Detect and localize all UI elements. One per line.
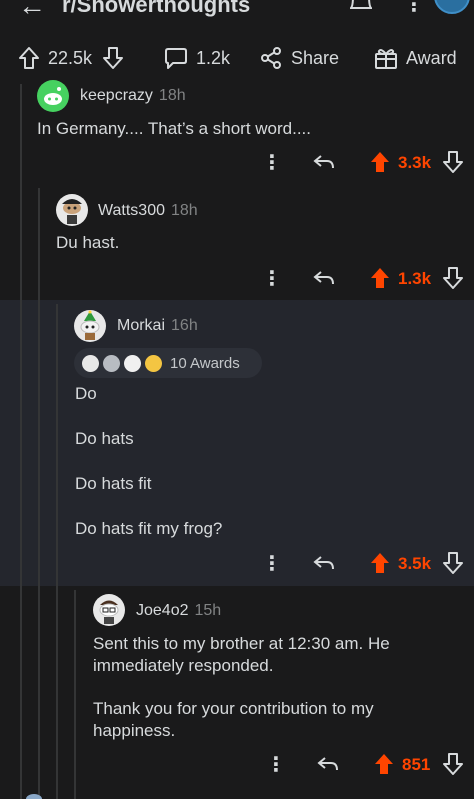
comment-body-line: Do hats fit my frog?	[75, 519, 223, 538]
avatar[interactable]	[74, 310, 106, 342]
silver-award-icon	[82, 354, 99, 372]
reply-icon[interactable]	[317, 754, 339, 774]
comment-username[interactable]: Morkai 16h	[117, 317, 198, 335]
comment-score: 851	[402, 755, 431, 774]
username-text[interactable]: keepcrazy	[80, 87, 153, 104]
avatar[interactable]	[37, 80, 69, 112]
post-score: 22.5k	[48, 47, 93, 68]
upvote-arrow-icon[interactable]	[370, 151, 390, 173]
comment-body-line: Sent this to my brother at 12:30 am. He …	[93, 634, 390, 675]
comment-age: 18h	[171, 202, 198, 219]
gift-icon	[375, 49, 397, 69]
comment-body: In Germany.... That’s a short word....	[37, 119, 312, 138]
upvote-group: 22.5k	[18, 46, 124, 70]
award-label: Award	[406, 47, 457, 68]
comment-actions: ⋮ 1.3k	[0, 266, 474, 290]
comment-body: Du hast.	[56, 233, 120, 252]
back-arrow-icon[interactable]: ←	[18, 0, 46, 22]
comment-actions: ⋮ 3.3k	[0, 150, 474, 174]
highlighted-comment-background	[0, 300, 474, 586]
awards-pill[interactable]: 10 Awards	[74, 348, 262, 378]
comment-username[interactable]: Joe4o2 15h	[136, 602, 221, 620]
awards-count: 10 Awards	[170, 354, 240, 372]
username-text[interactable]: Watts300	[98, 202, 165, 219]
snoo-avatar-icon	[75, 310, 105, 341]
comment-count: 1.2k	[196, 47, 231, 68]
avatar[interactable]	[93, 594, 125, 626]
upvote-arrow-icon[interactable]	[370, 267, 390, 289]
laughing-award-icon	[145, 354, 162, 372]
share-button[interactable]: Share	[259, 46, 339, 70]
comment-bubble-icon	[165, 48, 187, 69]
reply-icon[interactable]	[313, 152, 335, 172]
snoo-avatar-icon	[44, 87, 62, 105]
username-text[interactable]: Morkai	[117, 317, 165, 334]
thread-line	[20, 84, 22, 799]
comments-button[interactable]: 1.2k	[164, 46, 230, 70]
downvote-arrow-icon[interactable]	[443, 552, 463, 574]
reply-icon[interactable]	[313, 268, 335, 288]
more-options-icon[interactable]: ⋮	[262, 150, 282, 175]
avatar[interactable]	[56, 194, 88, 226]
downvote-arrow-icon[interactable]	[443, 267, 463, 289]
bell-icon[interactable]	[350, 0, 372, 10]
comment-body-line: Thank you for your contribution to my ha…	[93, 699, 374, 740]
comment-username[interactable]: keepcrazy 18h	[80, 87, 186, 105]
comment-body-line: Do hats fit	[75, 474, 152, 493]
comment-actions: ⋮ 3.5k	[0, 551, 474, 575]
comment-body-line: Do	[75, 384, 97, 403]
downvote-arrow-icon[interactable]	[102, 46, 124, 70]
top-bar: ← r/Showerthoughts ⋮	[0, 0, 474, 30]
reply-icon[interactable]	[313, 553, 335, 573]
comment-body-line: Do hats	[75, 429, 134, 448]
comment-score: 3.5k	[398, 554, 432, 573]
post-action-bar: 22.5k 1.2k Share Award	[0, 38, 474, 80]
more-options-icon[interactable]: ⋮	[262, 266, 282, 291]
comment-actions: ⋮ 851	[0, 752, 474, 776]
award-button[interactable]: Award	[374, 46, 457, 70]
downvote-arrow-icon[interactable]	[443, 151, 463, 173]
comment-age: 16h	[171, 317, 198, 334]
subreddit-title[interactable]: r/Showerthoughts	[62, 0, 250, 18]
comment-age: 15h	[194, 602, 222, 619]
user-avatar[interactable]	[434, 0, 470, 14]
comment-score: 1.3k	[398, 269, 432, 288]
snoo-avatar-icon	[57, 195, 87, 225]
share-label: Share	[291, 47, 340, 68]
upvote-arrow-icon[interactable]	[374, 753, 394, 775]
next-avatar-partial	[26, 794, 42, 799]
more-vertical-icon[interactable]: ⋮	[404, 0, 424, 17]
share-icon	[261, 47, 281, 69]
upvote-arrow-icon[interactable]	[370, 552, 390, 574]
username-text[interactable]: Joe4o2	[136, 602, 189, 619]
helpful-award-icon	[103, 354, 120, 372]
comment-username[interactable]: Watts300 18h	[98, 202, 198, 220]
upvote-arrow-icon[interactable]	[18, 46, 40, 70]
snoo-avatar-icon	[94, 595, 124, 625]
more-options-icon[interactable]: ⋮	[266, 752, 286, 777]
more-options-icon[interactable]: ⋮	[262, 551, 282, 576]
wholesome-award-icon	[124, 354, 141, 372]
comment-score: 3.3k	[398, 153, 432, 172]
comment-age: 18h	[158, 87, 186, 104]
downvote-arrow-icon[interactable]	[443, 753, 463, 775]
